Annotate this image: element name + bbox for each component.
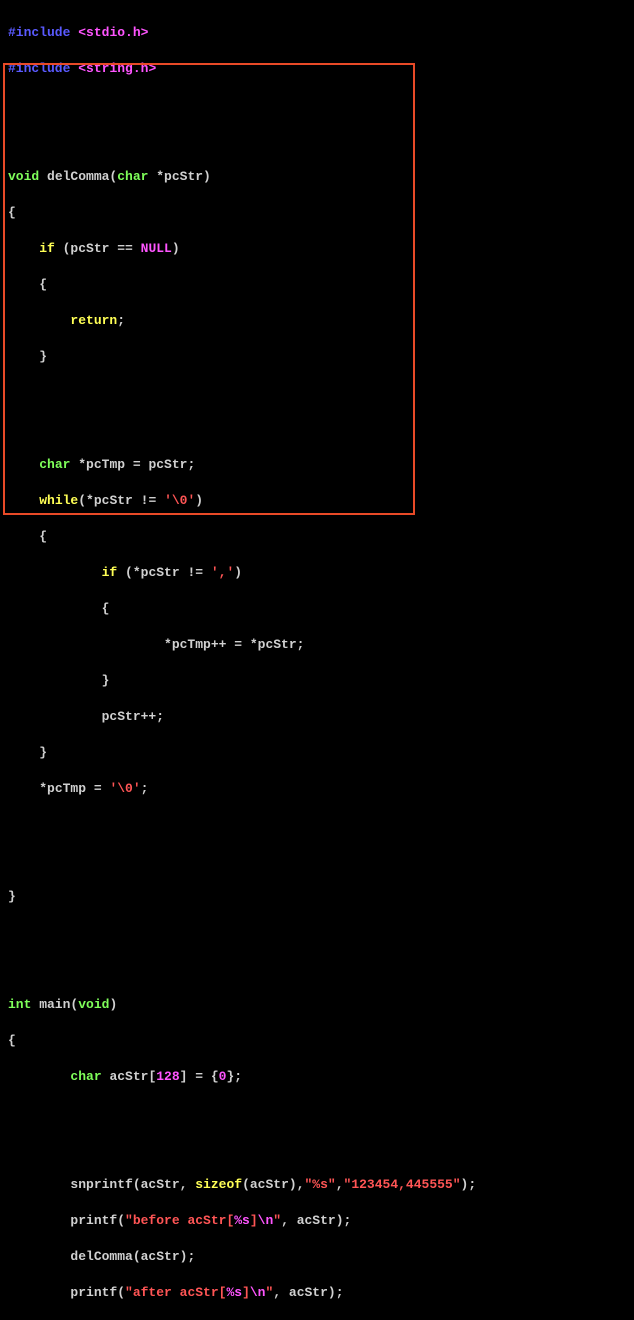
- format-spec: %s: [234, 1213, 250, 1228]
- code-line: #include <string.h>: [8, 60, 626, 78]
- include-lib: <stdio.h>: [78, 25, 148, 40]
- code-line: [8, 96, 626, 114]
- char-literal: '\0': [109, 781, 140, 796]
- code-line: if (pcStr == NULL): [8, 240, 626, 258]
- keyword-sizeof: sizeof: [195, 1177, 242, 1192]
- code-line: char acStr[128] = {0};: [8, 1068, 626, 1086]
- code-line: }: [8, 888, 626, 906]
- number-literal: 128: [156, 1069, 179, 1084]
- string-literal: "123454,445555": [344, 1177, 461, 1192]
- code-line: return;: [8, 312, 626, 330]
- code-line: #include <stdio.h>: [8, 24, 626, 42]
- code-line: if (*pcStr != ','): [8, 564, 626, 582]
- keyword-char: char: [39, 457, 70, 472]
- code-line: {: [8, 204, 626, 222]
- code-line: *pcTmp++ = *pcStr;: [8, 636, 626, 654]
- code-line: {: [8, 276, 626, 294]
- keyword-char: char: [70, 1069, 101, 1084]
- code-line: snprintf(acStr, sizeof(acStr),"%s","1234…: [8, 1176, 626, 1194]
- code-line: void delComma(char *pcStr): [8, 168, 626, 186]
- code-line: {: [8, 1032, 626, 1050]
- code-block: #include <stdio.h> #include <string.h> v…: [0, 0, 634, 1320]
- number-literal: 0: [219, 1069, 227, 1084]
- fn-name: delComma(: [39, 169, 117, 184]
- keyword-void: void: [78, 997, 109, 1012]
- char-literal: '\0': [164, 493, 195, 508]
- keyword-if: if: [102, 565, 118, 580]
- code-line: }: [8, 744, 626, 762]
- code-line: while(*pcStr != '\0'): [8, 492, 626, 510]
- keyword-int: int: [8, 997, 31, 1012]
- code-line: pcStr++;: [8, 708, 626, 726]
- escape-seq: \n: [250, 1285, 266, 1300]
- keyword-include: #include: [8, 25, 70, 40]
- code-line: int main(void): [8, 996, 626, 1014]
- code-line: [8, 384, 626, 402]
- code-line: {: [8, 528, 626, 546]
- code-line: printf("before acStr[%s]\n", acStr);: [8, 1212, 626, 1230]
- code-line: [8, 1104, 626, 1122]
- keyword-include: #include: [8, 61, 70, 76]
- code-line: [8, 816, 626, 834]
- escape-seq: \n: [258, 1213, 274, 1228]
- keyword-if: if: [39, 241, 55, 256]
- param: *pcStr): [148, 169, 210, 184]
- keyword-while: while: [39, 493, 78, 508]
- code-line: }: [8, 348, 626, 366]
- char-literal: ',': [211, 565, 234, 580]
- keyword-void: void: [8, 169, 39, 184]
- keyword-null: NULL: [141, 241, 172, 256]
- include-lib: <string.h>: [78, 61, 156, 76]
- code-line: [8, 852, 626, 870]
- code-line: }: [8, 672, 626, 690]
- code-line: {: [8, 600, 626, 618]
- code-line: delComma(acStr);: [8, 1248, 626, 1266]
- code-line: [8, 924, 626, 942]
- code-line: [8, 960, 626, 978]
- code-line: *pcTmp = '\0';: [8, 780, 626, 798]
- code-line: printf("after acStr[%s]\n", acStr);: [8, 1284, 626, 1302]
- string-literal: "%s": [304, 1177, 335, 1192]
- format-spec: %s: [226, 1285, 242, 1300]
- code-line: [8, 132, 626, 150]
- keyword-char: char: [117, 169, 148, 184]
- code-line: [8, 1140, 626, 1158]
- code-line: char *pcTmp = pcStr;: [8, 456, 626, 474]
- keyword-return: return: [70, 313, 117, 328]
- code-line: [8, 420, 626, 438]
